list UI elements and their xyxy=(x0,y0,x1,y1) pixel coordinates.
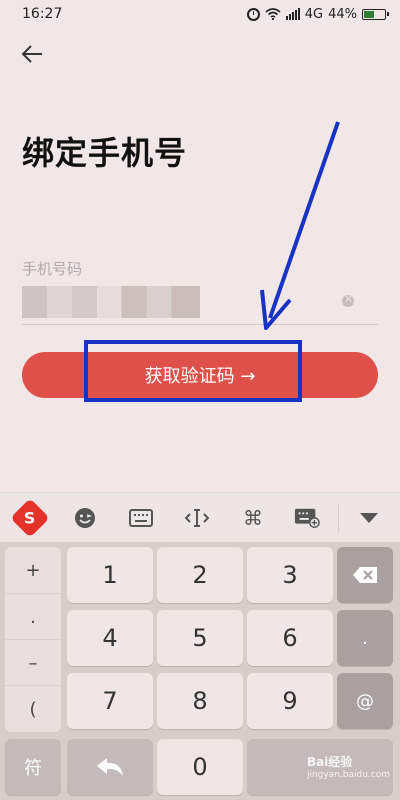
at-key[interactable]: @ xyxy=(337,673,393,729)
emoji-icon[interactable] xyxy=(72,505,98,531)
key-3[interactable]: 3 xyxy=(247,547,333,603)
keyboard-toolbar: S ⌘ xyxy=(0,492,400,543)
alarm-icon xyxy=(246,7,260,21)
return-key[interactable] xyxy=(67,739,153,795)
battery-percent: 44% xyxy=(328,6,357,22)
symbol-key-paren[interactable]: ( xyxy=(5,685,61,732)
network-type: 4G xyxy=(304,6,324,22)
page-title: 绑定手机号 xyxy=(22,134,188,172)
dot-key[interactable]: . xyxy=(337,610,393,666)
key-9[interactable]: 9 xyxy=(247,673,333,729)
key-5[interactable]: 5 xyxy=(157,610,243,666)
key-1[interactable]: 1 xyxy=(67,547,153,603)
toolbar-divider xyxy=(338,503,339,533)
key-7[interactable]: 7 xyxy=(67,673,153,729)
wifi-icon xyxy=(265,8,281,20)
phone-label: 手机号码 xyxy=(22,260,83,278)
clear-icon[interactable] xyxy=(342,292,354,307)
symbol-column: + . – ( xyxy=(5,547,61,732)
symbol-key-dash[interactable]: – xyxy=(5,639,61,686)
key-2[interactable]: 2 xyxy=(157,547,243,603)
symbol-key-dot[interactable]: . xyxy=(5,593,61,640)
numeric-keypad: + . – ( 1 2 3 4 5 6 . 7 8 9 @ 符 0 Bai经验 … xyxy=(0,542,400,800)
status-icons: 4G 44% xyxy=(246,5,389,23)
watermark: Bai经验 jingyan.baidu.com xyxy=(306,755,390,780)
highlight-box xyxy=(84,340,302,402)
cursor-move-icon[interactable] xyxy=(184,505,210,531)
symbols-key[interactable]: 符 xyxy=(5,739,61,795)
collapse-keyboard-icon[interactable] xyxy=(356,505,382,531)
return-arrow-icon xyxy=(97,758,123,776)
command-icon[interactable]: ⌘ xyxy=(240,505,266,531)
signal-icon xyxy=(285,8,300,20)
key-0[interactable]: 0 xyxy=(157,739,243,795)
key-6[interactable]: 6 xyxy=(247,610,333,666)
status-bar: 16:27 4G 44% xyxy=(0,0,400,28)
phone-input[interactable] xyxy=(22,284,378,325)
symbol-key-plus[interactable]: + xyxy=(5,547,61,593)
key-8[interactable]: 8 xyxy=(157,673,243,729)
key-4[interactable]: 4 xyxy=(67,610,153,666)
battery-icon xyxy=(362,8,389,20)
backspace-key[interactable] xyxy=(337,547,393,603)
keyboard-settings-icon[interactable] xyxy=(294,505,320,531)
sogou-logo-icon[interactable]: S xyxy=(10,498,50,538)
keyboard-icon[interactable] xyxy=(128,505,154,531)
status-time: 16:27 xyxy=(22,6,63,22)
backspace-icon xyxy=(353,567,377,583)
phone-value-blurred xyxy=(22,286,200,318)
back-arrow-icon[interactable] xyxy=(18,40,48,68)
